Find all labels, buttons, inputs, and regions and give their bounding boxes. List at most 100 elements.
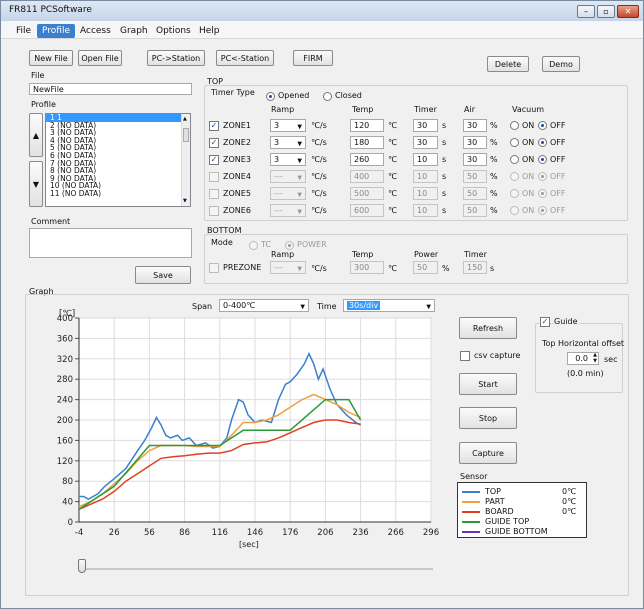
zone-checkbox[interactable] xyxy=(209,206,219,216)
start-button[interactable]: Start xyxy=(459,373,517,395)
zone-temp-field[interactable]: 260 xyxy=(350,153,384,166)
zone-temp-field[interactable]: 180 xyxy=(350,136,384,149)
air-header: Air xyxy=(464,105,475,114)
menu-graph[interactable]: Graph xyxy=(115,24,153,38)
profile-list-item[interactable]: 11 (NO DATA) xyxy=(46,190,190,198)
zone-air-field[interactable]: 50 xyxy=(463,170,487,183)
zone-air-field[interactable]: 50 xyxy=(463,187,487,200)
vacuum-on-radio[interactable] xyxy=(510,138,519,147)
zone-ramp-select[interactable]: 3 ▼ xyxy=(270,136,306,149)
vacuum-off-radio[interactable] xyxy=(538,138,547,147)
zone-air-field[interactable]: 50 xyxy=(463,204,487,217)
zone-ramp-select[interactable]: --- ▼ xyxy=(270,170,306,183)
prezone-temp-field[interactable]: 300 xyxy=(350,261,384,274)
zone-checkbox[interactable] xyxy=(209,172,219,182)
comment-textarea[interactable] xyxy=(29,228,192,258)
zone-timer-field[interactable]: 10 xyxy=(413,187,438,200)
profile-list-scrollbar[interactable]: ▲ ▼ xyxy=(181,114,190,206)
scroll-up-icon[interactable]: ▲ xyxy=(183,116,187,122)
pc-from-station-button[interactable]: PC<-Station xyxy=(216,50,274,66)
zone-checkbox[interactable]: ✓ xyxy=(209,138,219,148)
csv-capture-checkbox[interactable] xyxy=(460,351,470,361)
zone-checkbox[interactable]: ✓ xyxy=(209,155,219,165)
zone-timer-field[interactable]: 30 xyxy=(413,136,438,149)
zone-timer-field[interactable]: 10 xyxy=(413,170,438,183)
vacuum-on-radio[interactable] xyxy=(510,121,519,130)
vacuum-off-radio[interactable] xyxy=(538,155,547,164)
vacuum-on-radio[interactable] xyxy=(510,206,519,215)
closed-radio[interactable] xyxy=(323,92,332,101)
vacuum-off-radio[interactable] xyxy=(538,172,547,181)
zone-name: ZONE1 xyxy=(223,121,251,130)
prezone-ramp-select[interactable]: --- ▼ xyxy=(270,261,306,274)
profile-up-button[interactable]: ▲ xyxy=(29,113,43,157)
zone-temp-field[interactable]: 400 xyxy=(350,170,384,183)
file-name-field[interactable]: NewFile xyxy=(29,83,192,95)
time-slider-thumb[interactable] xyxy=(78,559,86,573)
scroll-down-icon[interactable]: ▼ xyxy=(183,198,187,204)
zone-ramp-select[interactable]: --- ▼ xyxy=(270,187,306,200)
zone-checkbox[interactable]: ✓ xyxy=(209,121,219,131)
refresh-button[interactable]: Refresh xyxy=(459,317,517,339)
new-file-button[interactable]: New File xyxy=(29,50,73,66)
opened-radio[interactable] xyxy=(266,92,275,101)
menu-access[interactable]: Access xyxy=(75,24,116,38)
zone-timer-field[interactable]: 30 xyxy=(413,119,438,132)
offset-field[interactable]: 0.0 ▲ ▼ xyxy=(567,352,599,365)
x-tick-label: 266 xyxy=(388,528,404,538)
zone-temp-field[interactable]: 600 xyxy=(350,204,384,217)
temp-header: Temp xyxy=(352,105,374,114)
guide-checkbox[interactable]: ✓ xyxy=(540,317,550,327)
prezone-timer-field[interactable]: 150 xyxy=(463,261,487,274)
zone-air-field[interactable]: 30 xyxy=(463,136,487,149)
profile-down-button[interactable]: ▼ xyxy=(29,161,43,207)
capture-button[interactable]: Capture xyxy=(459,442,517,464)
zone-ramp-select[interactable]: 3 ▼ xyxy=(270,153,306,166)
prezone-checkbox[interactable] xyxy=(209,263,219,273)
demo-button[interactable]: Demo xyxy=(542,56,580,72)
profile-list[interactable]: 1 12 (NO DATA) 3 (NO DATA) 4 (NO DATA) 5 (N… xyxy=(45,113,191,207)
zone-temp-unit: ℃ xyxy=(388,138,397,147)
spinner-icon[interactable]: ▲ ▼ xyxy=(593,352,597,364)
vacuum-on-radio[interactable] xyxy=(510,172,519,181)
tc-radio[interactable] xyxy=(249,241,258,250)
close-icon[interactable]: ✕ xyxy=(617,5,639,18)
zone-timer-field[interactable]: 10 xyxy=(413,153,438,166)
open-file-button[interactable]: Open File xyxy=(78,50,122,66)
menu-help[interactable]: Help xyxy=(194,24,225,38)
menu-options[interactable]: Options xyxy=(151,24,196,38)
zone-timer-field[interactable]: 10 xyxy=(413,204,438,217)
y-tick-label: 0 xyxy=(68,518,73,528)
arrow-down-icon: ▼ xyxy=(32,179,40,189)
time-slider-track[interactable] xyxy=(81,568,433,570)
power-radio[interactable] xyxy=(285,241,294,250)
maximize-icon[interactable]: ▫ xyxy=(597,5,615,18)
save-button[interactable]: Save xyxy=(135,266,191,284)
minimize-icon[interactable]: – xyxy=(577,5,595,18)
zone-name: ZONE6 xyxy=(223,206,251,215)
vacuum-off-radio[interactable] xyxy=(538,121,547,130)
offset-unit: sec xyxy=(604,355,618,364)
zone-temp-field[interactable]: 500 xyxy=(350,187,384,200)
zone-air-field[interactable]: 30 xyxy=(463,119,487,132)
vacuum-off-radio[interactable] xyxy=(538,189,547,198)
menu-file[interactable]: File xyxy=(11,24,36,38)
stop-button[interactable]: Stop xyxy=(459,407,517,429)
chevron-down-icon: ▼ xyxy=(297,208,302,216)
vacuum-off-radio[interactable] xyxy=(538,206,547,215)
delete-button[interactable]: Delete xyxy=(487,56,529,72)
scroll-thumb[interactable] xyxy=(183,128,189,142)
zone-checkbox[interactable] xyxy=(209,189,219,199)
zone-air-field[interactable]: 30 xyxy=(463,153,487,166)
zone-ramp-select[interactable]: --- ▼ xyxy=(270,204,306,217)
zone-temp-field[interactable]: 120 xyxy=(350,119,384,132)
menu-profile[interactable]: Profile xyxy=(37,24,75,38)
x-tick-label: 86 xyxy=(179,528,190,538)
prezone-power-field[interactable]: 50 xyxy=(413,261,438,274)
vacuum-on-radio[interactable] xyxy=(510,189,519,198)
pc-to-station-button[interactable]: PC->Station xyxy=(147,50,205,66)
zone-ramp-select[interactable]: 3 ▼ xyxy=(270,119,306,132)
firm-button[interactable]: FIRM xyxy=(293,50,333,66)
vacuum-on-radio[interactable] xyxy=(510,155,519,164)
zone-name: ZONE5 xyxy=(223,189,251,198)
